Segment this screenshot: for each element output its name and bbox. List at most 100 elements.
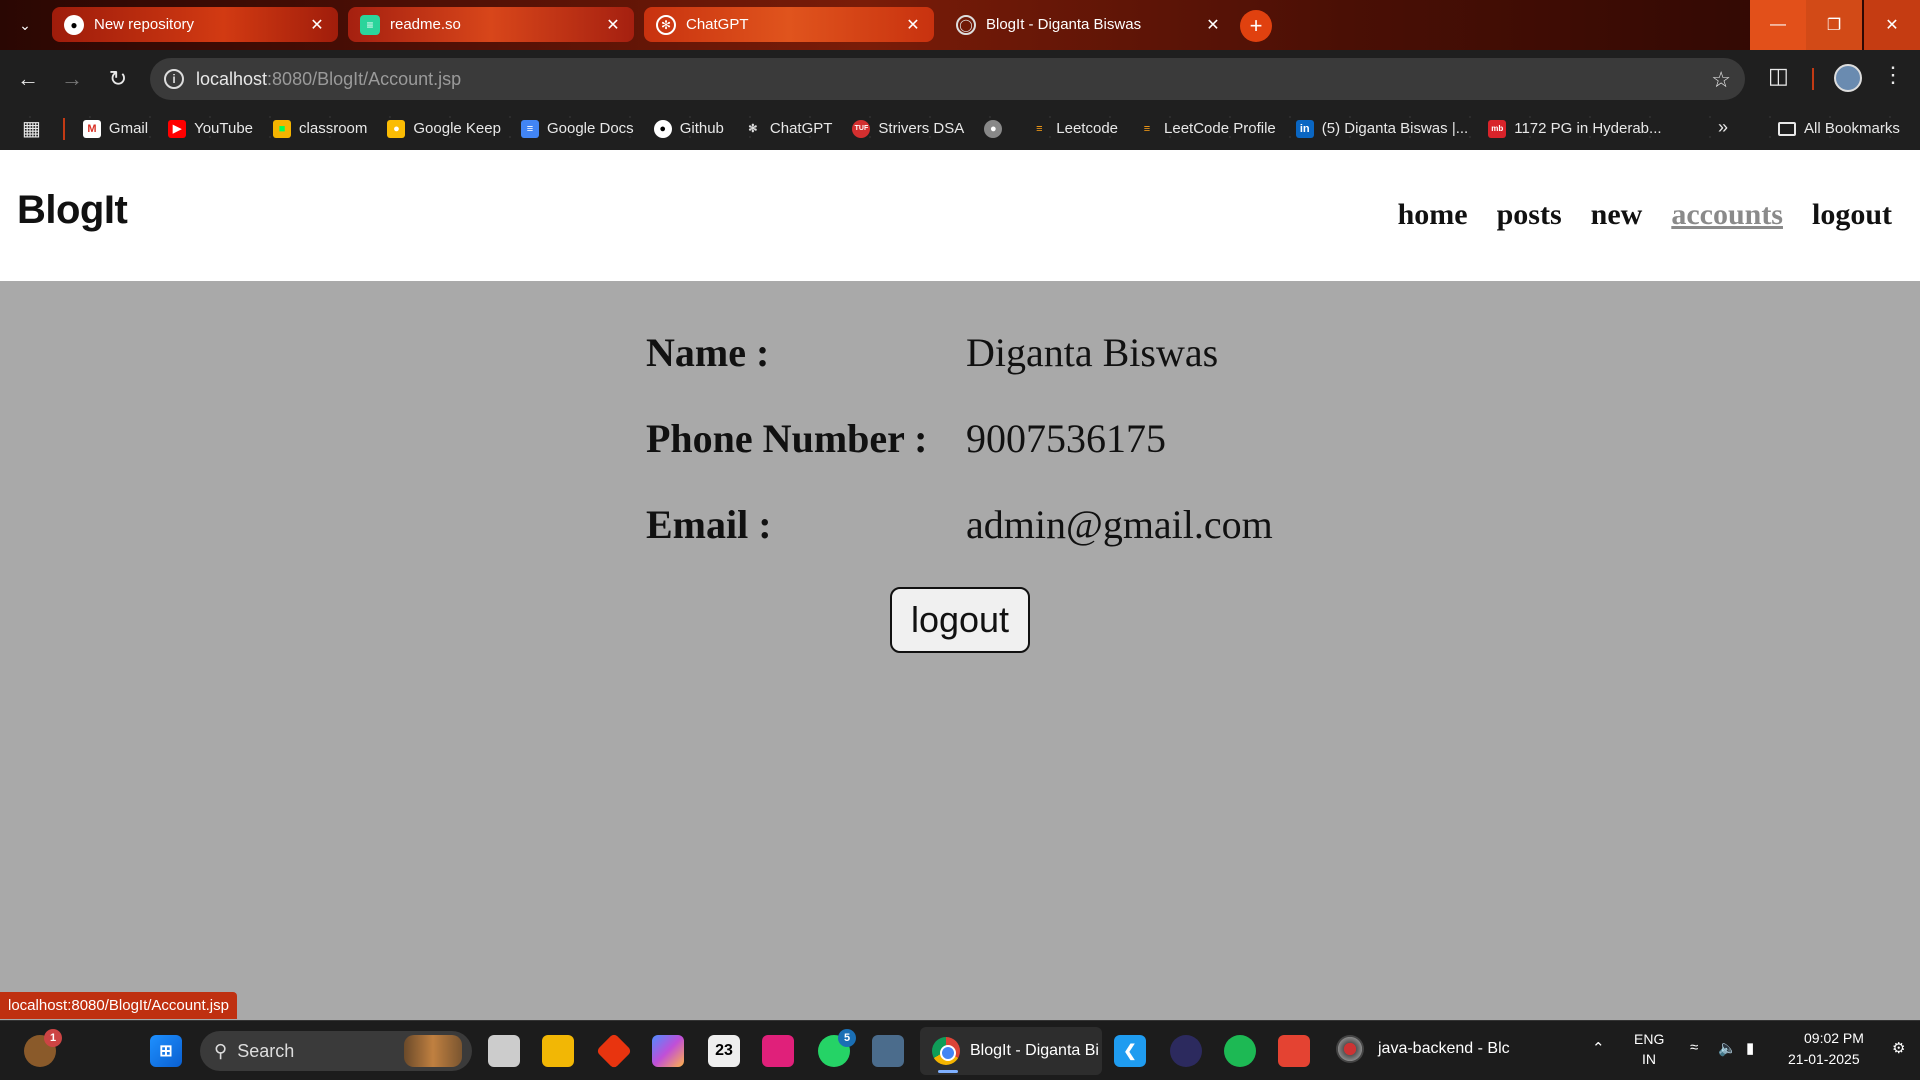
bookmark-label: Github — [679, 120, 724, 137]
chatgpt-icon: ✻ — [748, 123, 758, 135]
tab-close-icon[interactable]: ✕ — [1204, 16, 1222, 34]
widgets-icon[interactable]: 1 — [24, 1029, 62, 1067]
new-tab-button[interactable]: + — [1240, 10, 1272, 42]
file-explorer-icon[interactable] — [542, 1035, 574, 1067]
vscode-icon[interactable]: ❮ — [1114, 1035, 1146, 1067]
bookmark-google-docs[interactable]: ≡ Google Docs — [520, 119, 634, 138]
tab-close-icon[interactable]: ✕ — [308, 16, 326, 34]
nav-logout[interactable]: logout — [1812, 198, 1892, 232]
tuf-icon: TUF — [852, 119, 871, 138]
tab-readme[interactable]: ≡ readme.so ✕ — [348, 7, 634, 42]
tab-chatgpt[interactable]: ✻ ChatGPT ✕ — [644, 7, 934, 42]
bookmark-star-icon[interactable]: ☆ — [1711, 67, 1731, 93]
tab-search-chevron-icon[interactable]: ⌄ — [10, 11, 40, 39]
nav-accounts[interactable]: accounts — [1671, 198, 1783, 232]
tab-label: BlogIt - Diganta Biswas — [986, 16, 1142, 33]
tomcat-icon — [1336, 1035, 1364, 1063]
tab-new-repository[interactable]: ● New repository ✕ — [52, 7, 338, 42]
search-highlight-image — [404, 1035, 462, 1067]
clock-time[interactable]: 09:02 PM — [1804, 1030, 1864, 1046]
eclipse-icon[interactable] — [1170, 1035, 1202, 1067]
tab-close-icon[interactable]: ✕ — [904, 16, 922, 34]
nav-new[interactable]: new — [1591, 198, 1643, 232]
bookmark-globe[interactable]: ● — [984, 119, 1010, 138]
bookmark-linkedin[interactable]: in (5) Diganta Biswas |... — [1295, 119, 1469, 138]
bookmark-strivers-dsa[interactable]: TUF Strivers DSA — [852, 119, 964, 138]
wifi-icon[interactable]: ≈ — [1690, 1039, 1698, 1056]
tab-label: New repository — [94, 16, 195, 33]
bookmark-github[interactable]: ● Github — [653, 119, 724, 138]
taskbar-search[interactable]: ⚲ Search — [200, 1031, 472, 1071]
show-hidden-chevron-icon[interactable]: ⌃ — [1592, 1039, 1605, 1057]
back-arrow-icon[interactable]: ← — [12, 63, 44, 95]
battery-icon[interactable]: ▮ — [1746, 1039, 1754, 1057]
nav-posts[interactable]: posts — [1497, 198, 1562, 232]
site-brand[interactable]: BlogIt — [17, 188, 128, 233]
apps-grid-icon[interactable]: ▦ — [22, 116, 41, 141]
linkedin-icon: in — [1295, 119, 1314, 138]
bookmark-label: Leetcode — [1056, 120, 1119, 137]
all-bookmarks-label: All Bookmarks — [1804, 120, 1900, 137]
chrome-icon — [932, 1037, 960, 1065]
bookmark-label: classroom — [299, 120, 368, 137]
notification-bell-icon[interactable]: ⚙ — [1892, 1039, 1905, 1057]
bookmark-google-keep[interactable]: ● Google Keep — [387, 119, 501, 138]
restore-icon[interactable]: ❐ — [1806, 0, 1862, 50]
bookmark-label: YouTube — [194, 120, 254, 137]
bookmark-gmail[interactable]: M Gmail — [82, 119, 148, 138]
tab-close-icon[interactable]: ✕ — [604, 16, 622, 34]
site-header: BlogIt home posts new accounts logout — [0, 150, 1920, 281]
leetcode-icon: ≡ — [1036, 122, 1043, 135]
language-top[interactable]: ENG — [1634, 1031, 1664, 1047]
minimize-icon[interactable]: — — [1750, 0, 1806, 50]
site-info-icon[interactable]: i — [164, 69, 184, 89]
keep-icon: ● — [387, 119, 406, 138]
bookmark-classroom[interactable]: ■ classroom — [273, 119, 368, 138]
copilot-icon[interactable] — [652, 1035, 684, 1067]
url-field[interactable]: i localhost:8080/BlogIt/Account.jsp ☆ — [150, 58, 1745, 100]
window-close-icon[interactable]: ✕ — [1864, 0, 1920, 50]
bookmark-leetcode-profile[interactable]: ≡ LeetCode Profile — [1138, 120, 1276, 138]
forward-arrow-icon[interactable]: → — [56, 63, 88, 95]
tab-blogit-active[interactable]: ◯ BlogIt - Diganta Biswas ✕ — [944, 7, 1234, 42]
anydesk-icon[interactable] — [595, 1032, 633, 1070]
spotify-icon[interactable] — [1224, 1035, 1256, 1067]
docs-icon: ≡ — [520, 119, 539, 138]
windows-start-icon[interactable]: ⊞ — [150, 1035, 182, 1067]
more-bookmarks-chevron-icon[interactable]: » — [1718, 117, 1728, 138]
logout-button[interactable]: logout — [890, 587, 1030, 653]
kebab-menu-icon[interactable]: ⋮ — [1882, 62, 1904, 88]
java-backend-taskbar-item[interactable]: java-backend - Blc — [1336, 1035, 1510, 1063]
all-bookmarks-button[interactable]: All Bookmarks — [1778, 107, 1900, 150]
leetcode-icon: ≡ — [1143, 122, 1151, 135]
clock-date[interactable]: 21-01-2025 — [1788, 1051, 1860, 1067]
volume-icon[interactable]: 🔈 — [1718, 1039, 1737, 1057]
windows-taskbar: 1 ⊞ ⚲ Search 23 5 BlogIt - Diganta Bi ❮ … — [0, 1020, 1920, 1080]
magicbricks-icon: mb — [1488, 119, 1507, 138]
email-value: admin@gmail.com — [966, 502, 1273, 547]
profile-avatar[interactable] — [1834, 64, 1862, 92]
chrome-taskbar-item[interactable]: BlogIt - Diganta Bi — [920, 1027, 1102, 1075]
bookmark-youtube[interactable]: ▶ YouTube — [168, 119, 254, 138]
calculator-icon[interactable] — [872, 1035, 904, 1067]
bookmark-label: (5) Diganta Biswas |... — [1321, 120, 1469, 137]
bookmarks-bar: ▦ M Gmail ▶ YouTube ■ classroom ● Google… — [0, 107, 1920, 150]
todoist-icon[interactable] — [1278, 1035, 1310, 1067]
name-label: Name : — [646, 330, 770, 375]
bookmark-magicbricks[interactable]: mb 1172 PG in Hyderab... — [1488, 119, 1662, 138]
nav-home[interactable]: home — [1398, 198, 1468, 232]
forza-icon[interactable] — [762, 1035, 794, 1067]
language-bottom[interactable]: IN — [1642, 1051, 1656, 1067]
chrome-task-label: BlogIt - Diganta Bi — [970, 1042, 1099, 1059]
reload-icon[interactable]: ↻ — [102, 63, 134, 95]
globe-icon: ● — [984, 119, 1003, 138]
bookmark-chatgpt[interactable]: ✻ ChatGPT — [744, 120, 832, 138]
github-icon: ● — [64, 14, 84, 35]
extensions-puzzle-icon[interactable]: ◫ — [1768, 63, 1789, 89]
email-label: Email : — [646, 502, 772, 547]
whatsapp-icon[interactable]: 5 — [818, 1029, 856, 1067]
task-view-icon[interactable] — [488, 1035, 520, 1067]
tab-label: readme.so — [390, 16, 461, 33]
bookmark-leetcode[interactable]: ≡ Leetcode — [1030, 120, 1118, 138]
calendar-icon[interactable]: 23 — [708, 1035, 740, 1067]
